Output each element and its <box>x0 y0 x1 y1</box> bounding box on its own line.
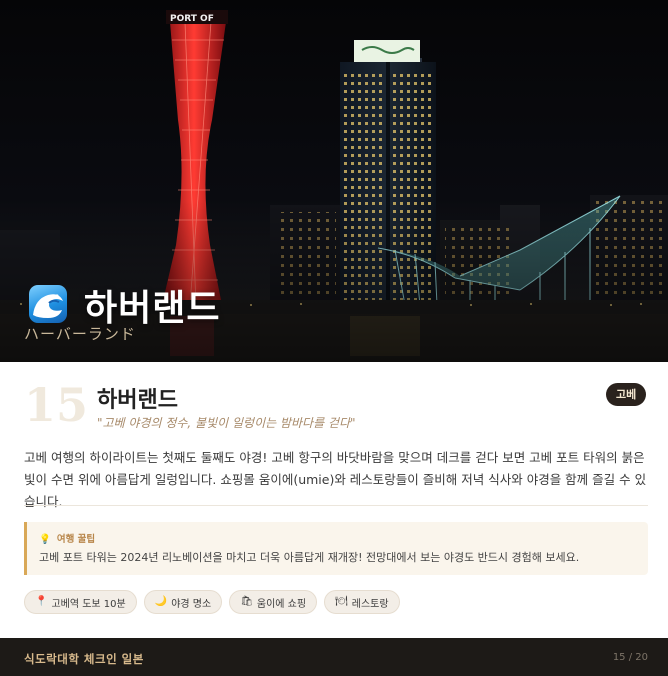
divider <box>24 505 648 506</box>
tower-sign: PORT OF <box>170 14 214 24</box>
tip-label: 💡 여행 꿀팁 <box>39 531 95 545</box>
tip-text: 고베 포트 타워는 2024년 리노베이션을 마치고 더욱 아름답게 재개장! … <box>39 551 580 564</box>
tag-restaurant[interactable]: 🍽 레스토랑 <box>324 590 400 614</box>
hero-subtitle-japanese: ハーバーランド <box>24 325 136 343</box>
wave-icon <box>29 285 67 323</box>
tag-shopping[interactable]: 🛍 움이에 쇼핑 <box>229 590 318 614</box>
spot-number: 15 <box>24 378 89 432</box>
page-indicator: 15 / 20 <box>612 652 648 663</box>
tag-night-view[interactable]: 🌙 야경 명소 <box>143 590 223 614</box>
pin-icon: 📍 <box>35 596 48 607</box>
moon-icon: 🌙 <box>154 596 168 607</box>
hero-image: PORT OF 하버랜드 ハーバーランド <box>0 0 668 362</box>
footer-brand: 식도락대학 체크인 일본 <box>24 652 144 666</box>
shopping-icon: 🛍 <box>240 596 253 607</box>
restaurant-icon: 🍽 <box>335 596 348 607</box>
tag-label: 레스토랑 <box>351 598 389 610</box>
tag-label: 고베역 도보 10분 <box>51 598 126 610</box>
spot-tagline: "고베 야경의 정수, 불빛이 일렁이는 밤바다를 걷다" <box>97 416 356 430</box>
lightbulb-icon: 💡 <box>39 534 51 545</box>
travel-tip-box: 💡 여행 꿀팁 고베 포트 타워는 2024년 리노베이션을 마치고 더욱 아름답… <box>24 522 648 575</box>
tip-label-text: 여행 꿀팁 <box>56 534 96 545</box>
spot-title: 하버랜드 <box>97 388 178 413</box>
spot-description: 고베 여행의 하이라이트는 첫째도 둘째도 야경! 고베 항구의 바닷바람을 맞… <box>24 450 647 509</box>
tag-access[interactable]: 📍 고베역 도보 10분 <box>24 590 137 614</box>
tag-list: 📍 고베역 도보 10분 🌙 야경 명소 🛍 움이에 쇼핑 🍽 레스토랑 <box>24 590 400 614</box>
tag-label: 야경 명소 <box>171 598 212 610</box>
area-badge: 고베 <box>606 383 647 406</box>
footer-bar: 식도락대학 체크인 일본 15 / 20 <box>0 638 668 676</box>
tag-label: 움이에 쇼핑 <box>256 598 307 610</box>
